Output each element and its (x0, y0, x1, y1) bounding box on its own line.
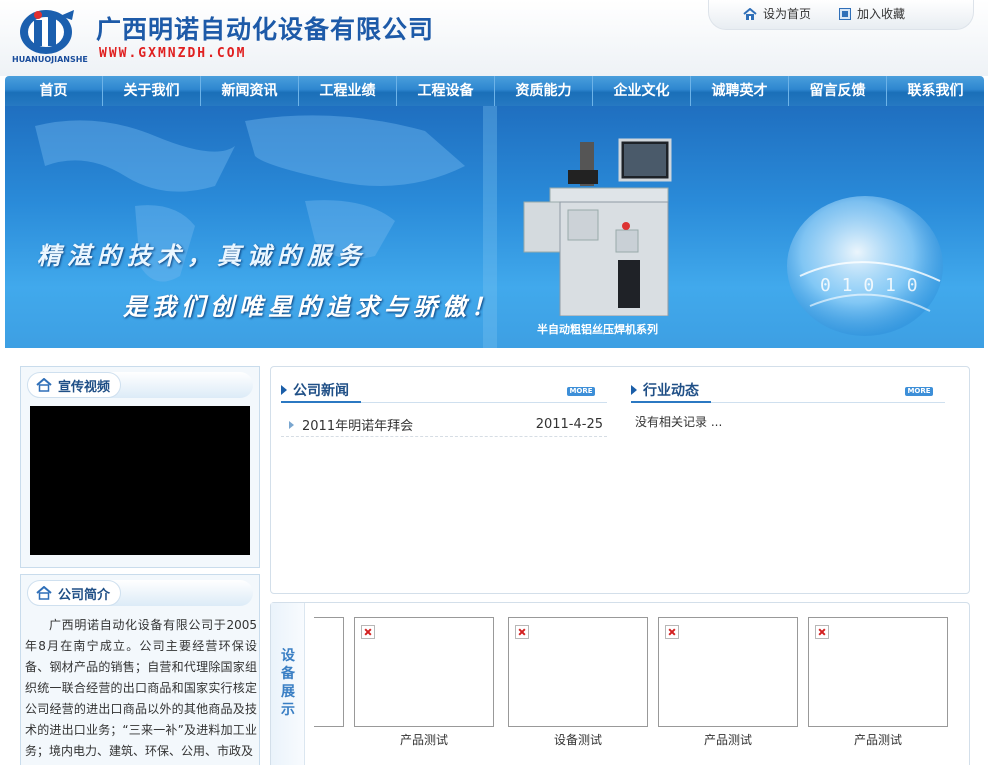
equipment-showcase-label-bar: 设备展示 (271, 603, 305, 765)
equipment-caption[interactable]: 设备测试 (508, 731, 648, 748)
add-favorite-label: 加入收藏 (857, 7, 906, 21)
intro-panel-tab: 公司简介 (27, 580, 122, 606)
news-panel: 公司新闻 MORE 2011年明诺年拜会 2011-4-25 行业动态 MORE… (270, 366, 970, 594)
hero-banner: 0 1 0 1 0 精湛的技术，真诚的服务 是我们创唯星的追求与骄傲！ 半自动粗… (5, 106, 984, 348)
equipment-caption[interactable]: 产品测试 (658, 731, 798, 748)
home-icon (36, 586, 52, 600)
top-links: 设为首页 加入收藏 (708, 0, 974, 30)
video-panel: 宣传视频 (20, 366, 260, 568)
news-item-date: 2011-4-25 (535, 417, 603, 432)
equipment-image[interactable] (508, 617, 648, 727)
company-name: 广西明诺自动化设备有限公司 (96, 15, 435, 44)
nav-about[interactable]: 关于我们 (103, 76, 201, 106)
nav-careers[interactable]: 诚聘英才 (691, 76, 789, 106)
video-panel-header: 宣传视频 (27, 372, 253, 398)
news-item-title-link[interactable]: 2011年明诺年拜会 (302, 415, 536, 434)
equipment-image[interactable] (314, 617, 344, 727)
industry-news-more-button[interactable]: MORE (905, 387, 933, 396)
industry-news-heading: 行业动态 (631, 379, 711, 403)
company-news-section: 公司新闻 MORE 2011年明诺年拜会 2011-4-25 (281, 379, 607, 437)
intro-panel-title: 公司简介 (58, 587, 111, 603)
company-news-more-button[interactable]: MORE (567, 387, 595, 396)
digital-globe-graphic: 0 1 0 1 0 (787, 196, 943, 336)
nav-news[interactable]: 新闻资讯 (201, 76, 299, 106)
intro-panel-header: 公司简介 (27, 580, 253, 606)
arrow-right-icon (281, 385, 287, 395)
intro-panel: 公司简介 广西明诺自动化设备有限公司于2005年8月在南宁成立。公司主要经营环保… (20, 574, 260, 765)
nav-projects[interactable]: 工程业绩 (299, 76, 397, 106)
company-news-title: 公司新闻 (293, 383, 349, 399)
promo-video-player[interactable] (30, 406, 250, 555)
add-favorite-link[interactable]: 加入收藏 (839, 5, 905, 22)
equipment-showcase-label: 设备展示 (281, 648, 295, 718)
equipment-carousel[interactable]: 产品测试 设备测试 产品测试 产品测试 (314, 617, 954, 762)
nav-qualification[interactable]: 资质能力 (495, 76, 593, 106)
nav-feedback[interactable]: 留言反馈 (789, 76, 887, 106)
industry-news-section: 行业动态 MORE 没有相关记录 ... (631, 379, 945, 430)
broken-image-icon (815, 625, 829, 639)
set-home-label: 设为首页 (763, 7, 812, 21)
nav-contact[interactable]: 联系我们 (887, 76, 984, 106)
equipment-card[interactable]: 设备测试 (508, 617, 648, 748)
equipment-card-partial[interactable] (314, 617, 344, 727)
industry-news-empty: 没有相关记录 ... (635, 415, 723, 429)
equipment-card[interactable]: 产品测试 (808, 617, 948, 748)
video-panel-tab: 宣传视频 (27, 372, 122, 398)
bullet-icon (289, 420, 294, 429)
favorite-icon (839, 7, 851, 20)
equipment-card[interactable]: 产品测试 (658, 617, 798, 748)
company-news-heading: 公司新闻 (281, 379, 361, 403)
site-header: HUANUOJIANSHE 广西明诺自动化设备有限公司 WWW.GXMNZDH.… (0, 0, 988, 76)
company-news-header: 公司新闻 MORE (281, 379, 607, 403)
company-intro-text: 广西明诺自动化设备有限公司于2005年8月在南宁成立。公司主要经营环保设备、钢材… (25, 618, 257, 758)
equipment-image[interactable] (354, 617, 494, 727)
industry-news-title: 行业动态 (643, 383, 699, 399)
nav-home[interactable]: 首页 (5, 76, 103, 106)
home-icon (743, 7, 757, 20)
news-list-item: 2011年明诺年拜会 2011-4-25 (281, 413, 607, 437)
banner-caption: 半自动粗铝丝压焊机系列 (537, 323, 658, 336)
nav-equipment[interactable]: 工程设备 (397, 76, 495, 106)
industry-news-header: 行业动态 MORE (631, 379, 945, 403)
equipment-showcase: 设备展示 产品测试 设备测试 产品测试 产品测试 (270, 602, 970, 765)
company-url: WWW.GXMNZDH.COM (99, 46, 247, 61)
equipment-image[interactable] (808, 617, 948, 727)
set-home-link[interactable]: 设为首页 (743, 5, 811, 22)
equipment-image[interactable] (658, 617, 798, 727)
equipment-caption[interactable]: 产品测试 (808, 731, 948, 748)
banner-slogan-line1: 精湛的技术，真诚的服务 (37, 241, 367, 270)
home-icon (36, 378, 52, 392)
equipment-caption[interactable]: 产品测试 (354, 731, 494, 748)
nav-culture[interactable]: 企业文化 (593, 76, 691, 106)
svg-text:0 1 0 1 0: 0 1 0 1 0 (820, 275, 918, 296)
company-logo[interactable] (16, 6, 80, 56)
main-nav: 首页 关于我们 新闻资讯 工程业绩 工程设备 资质能力 企业文化 诚聘英才 留言… (5, 76, 984, 106)
wire-bonder-machine-image (523, 138, 672, 316)
broken-image-icon (361, 625, 375, 639)
broken-image-icon (515, 625, 529, 639)
logo-subtitle: HUANUOJIANSHE (12, 55, 88, 64)
broken-image-icon (665, 625, 679, 639)
banner-slogan-line2: 是我们创唯星的追求与骄傲！ (123, 292, 500, 321)
equipment-card[interactable]: 产品测试 (354, 617, 494, 748)
arrow-right-icon (631, 385, 637, 395)
video-panel-title: 宣传视频 (58, 379, 111, 395)
